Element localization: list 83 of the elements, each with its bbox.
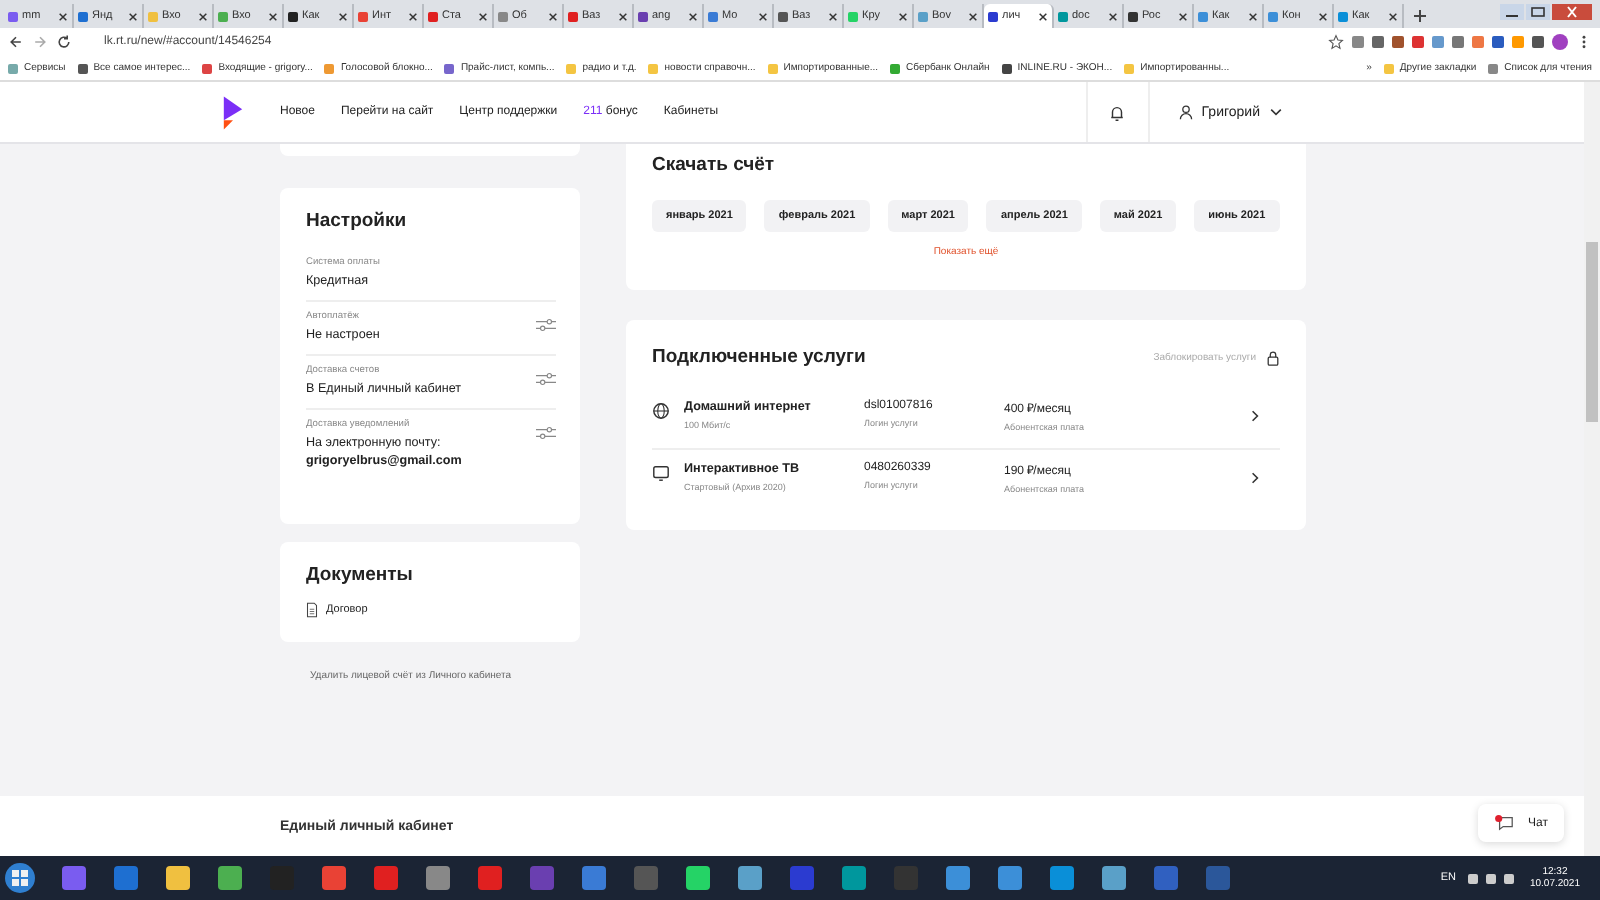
chevron-right-icon bbox=[1250, 470, 1260, 486]
close-icon[interactable] bbox=[1388, 11, 1398, 21]
close-icon[interactable] bbox=[1248, 11, 1258, 21]
close-icon[interactable] bbox=[198, 11, 208, 21]
bookmark-icon bbox=[1001, 63, 1012, 73]
close-icon[interactable] bbox=[758, 11, 768, 21]
favicon-icon bbox=[1128, 11, 1138, 21]
flag-icon[interactable] bbox=[1467, 873, 1478, 883]
tv-icon bbox=[652, 464, 670, 482]
close-icon[interactable] bbox=[688, 11, 698, 21]
favicon-icon bbox=[918, 11, 928, 21]
back-icon[interactable] bbox=[8, 34, 24, 50]
person-icon bbox=[1177, 104, 1194, 120]
favicon-icon bbox=[1338, 11, 1348, 21]
chevron-down-icon bbox=[1268, 104, 1284, 120]
close-icon[interactable] bbox=[1178, 11, 1188, 21]
sliders-icon[interactable] bbox=[536, 318, 556, 332]
favicon-icon bbox=[78, 11, 88, 21]
favicon-icon bbox=[848, 11, 858, 21]
bookmark-icon bbox=[8, 63, 18, 73]
favicon-icon bbox=[288, 11, 298, 21]
new-tab-icon[interactable] bbox=[1412, 8, 1428, 24]
logo-icon[interactable] bbox=[222, 95, 244, 129]
close-icon[interactable] bbox=[828, 11, 838, 21]
close-icon[interactable] bbox=[968, 11, 978, 21]
bookmark-icon bbox=[444, 63, 455, 73]
start-button[interactable] bbox=[4, 862, 36, 894]
close-icon[interactable] bbox=[548, 11, 558, 21]
close-icon[interactable] bbox=[128, 11, 138, 21]
favicon-icon bbox=[778, 11, 788, 21]
favicon-icon bbox=[1268, 11, 1278, 21]
close-icon[interactable] bbox=[58, 11, 68, 21]
favicon-icon bbox=[148, 11, 158, 21]
bookmark-icon bbox=[202, 63, 213, 73]
lock-icon[interactable] bbox=[1266, 349, 1280, 365]
card-title: Скачать счёт bbox=[652, 154, 777, 176]
favicon-icon bbox=[708, 11, 718, 21]
close-icon[interactable] bbox=[1318, 11, 1328, 21]
bookmark-icon bbox=[648, 63, 659, 73]
favicon-icon bbox=[1058, 11, 1068, 21]
minimize-icon[interactable] bbox=[1500, 4, 1524, 20]
close-icon[interactable] bbox=[618, 11, 628, 21]
bookmark-icon bbox=[1124, 63, 1135, 73]
folder-icon bbox=[1383, 63, 1394, 73]
close-icon[interactable] bbox=[478, 11, 488, 21]
favicon-icon bbox=[638, 11, 648, 21]
close-icon[interactable] bbox=[338, 11, 348, 21]
sliders-icon[interactable] bbox=[536, 426, 556, 440]
star-icon[interactable] bbox=[1328, 34, 1344, 50]
chevron-right-icon bbox=[1250, 408, 1260, 424]
bell-icon[interactable] bbox=[1108, 103, 1127, 121]
close-icon[interactable] bbox=[408, 11, 418, 21]
card-title: Подключенные услуги bbox=[652, 346, 868, 368]
favicon-icon bbox=[218, 11, 228, 21]
document-icon bbox=[306, 602, 318, 618]
favicon-icon bbox=[568, 11, 578, 21]
favicon-icon bbox=[1198, 11, 1208, 21]
bookmark-icon bbox=[324, 63, 335, 73]
maximize-icon[interactable] bbox=[1526, 4, 1550, 20]
close-icon[interactable] bbox=[898, 11, 908, 21]
close-icon[interactable] bbox=[268, 11, 278, 21]
scrollbar[interactable] bbox=[1584, 82, 1600, 856]
bookmark-icon bbox=[566, 63, 577, 73]
reload-icon[interactable] bbox=[56, 34, 72, 50]
network-icon[interactable] bbox=[1485, 873, 1496, 883]
favicon-icon bbox=[498, 11, 508, 21]
bookmark-icon bbox=[77, 63, 88, 73]
close-icon[interactable] bbox=[1038, 11, 1048, 21]
favicon-icon bbox=[358, 11, 368, 21]
list-icon bbox=[1488, 63, 1499, 73]
chat-icon bbox=[1494, 814, 1517, 832]
card-title: Документы bbox=[306, 564, 415, 586]
close-icon[interactable] bbox=[1108, 11, 1118, 21]
favicon-icon bbox=[428, 11, 438, 21]
bookmark-icon bbox=[767, 63, 778, 73]
sliders-icon[interactable] bbox=[536, 372, 556, 386]
favicon-icon bbox=[8, 11, 18, 21]
profile-avatar[interactable] bbox=[1552, 34, 1568, 50]
speaker-icon[interactable] bbox=[1503, 873, 1514, 883]
card-title: Настройки bbox=[306, 210, 409, 232]
globe-icon bbox=[652, 402, 670, 420]
bookmark-icon bbox=[890, 63, 901, 73]
favicon-icon bbox=[988, 11, 998, 21]
